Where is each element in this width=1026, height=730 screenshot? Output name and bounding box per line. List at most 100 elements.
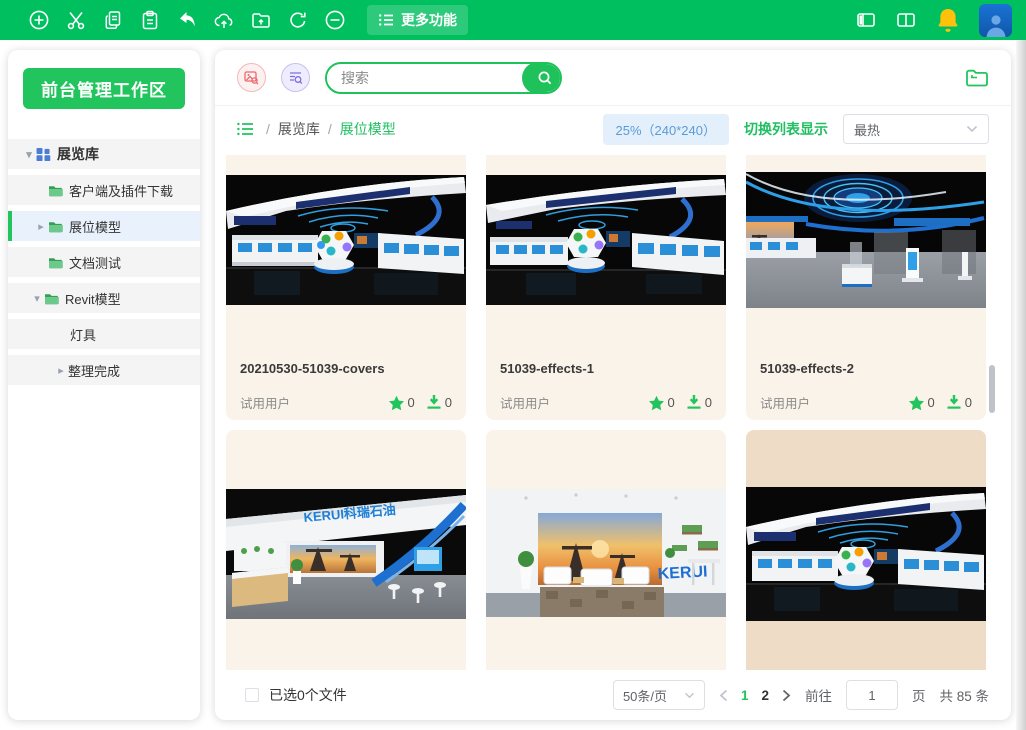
toggle-list-view-link[interactable]: 切换列表显示 [744, 119, 828, 139]
sidebar-item-label: 展位模型 [69, 217, 121, 236]
remove-circle-icon[interactable] [324, 9, 346, 31]
search-bar [325, 62, 562, 94]
file-card[interactable]: 51039-effects-1 试用用户 0 0 [486, 155, 726, 420]
star-icon[interactable] [388, 395, 405, 411]
thumbnail-image-booth-dark-2 [486, 175, 726, 305]
breadcrumb-current[interactable]: 展位模型 [340, 119, 396, 139]
sidebar-item-label: 文档测试 [69, 253, 121, 272]
undo-icon[interactable] [176, 9, 198, 31]
file-title: 20210530-51039-covers [240, 361, 452, 376]
search-input[interactable] [327, 70, 522, 86]
prev-page-button[interactable] [719, 689, 728, 702]
select-all-checkbox[interactable] [245, 688, 259, 702]
download-count: 0 [705, 395, 712, 410]
search-button[interactable] [522, 62, 562, 94]
advanced-search-button[interactable] [281, 63, 310, 92]
image-search-icon [244, 70, 259, 85]
svg-text:KERUI: KERUI [657, 563, 708, 583]
file-card[interactable] [746, 430, 986, 670]
file-card[interactable]: 51039-effects-2 试用用户 0 0 [746, 155, 986, 420]
image-search-button[interactable] [237, 63, 266, 92]
goto-page-input[interactable] [846, 680, 898, 710]
star-icon[interactable] [648, 395, 665, 411]
file-owner: 试用用户 [760, 393, 810, 412]
caret-right-icon[interactable]: ▸ [34, 220, 48, 233]
sidebar-item-client-plugin-download[interactable]: 客户端及插件下载 [8, 175, 200, 205]
add-circle-icon[interactable] [28, 9, 50, 31]
download-icon[interactable] [686, 395, 702, 410]
thumbnail-image-kerui-hall: KERUI科瑞石油 [226, 489, 466, 619]
paste-icon[interactable] [139, 9, 161, 31]
star-count: 0 [668, 395, 675, 410]
page-number-1[interactable]: 1 [741, 688, 749, 703]
sidebar-item-label: 客户端及插件下载 [69, 181, 173, 200]
breadcrumb-separator: / [328, 121, 332, 137]
more-functions-button[interactable]: 更多功能 [367, 5, 468, 35]
download-icon[interactable] [426, 395, 442, 410]
folder-upload-icon[interactable] [250, 9, 272, 31]
breadcrumb-separator: / [266, 121, 270, 137]
sidebar-item-revit-models[interactable]: ▾ Revit模型 [8, 283, 200, 313]
download-count: 0 [965, 395, 972, 410]
thumbnail-image-kerui-lounge: KERUI [486, 489, 726, 617]
menu-list-icon[interactable] [237, 122, 254, 136]
file-owner: 试用用户 [500, 393, 550, 412]
chevron-down-icon [684, 692, 695, 699]
thumbnail-image-booth-dark-3 [746, 487, 986, 621]
sidebar-item-booth-models[interactable]: ▸ 展位模型 [8, 211, 200, 241]
sidebar-item-label: 整理完成 [68, 361, 120, 380]
page-size-value: 50条/页 [623, 686, 667, 705]
thumbnail: KERUI科瑞石油 [226, 430, 466, 670]
star-icon[interactable] [908, 395, 925, 411]
page-size-dropdown[interactable]: 50条/页 [613, 680, 705, 710]
file-title: 51039-effects-1 [500, 361, 712, 376]
sidebar-item-label: 灯具 [70, 325, 96, 344]
workspace-button-label: 前台管理工作区 [41, 76, 167, 101]
search-header [215, 50, 1011, 106]
caret-right-icon[interactable]: ▸ [54, 364, 68, 377]
thumbnail [486, 155, 726, 345]
sidebar-item-label: 展览库 [57, 144, 99, 164]
caret-down-icon[interactable]: ▾ [22, 148, 36, 161]
next-page-button[interactable] [782, 689, 791, 702]
page-number-2[interactable]: 2 [761, 688, 769, 703]
window-scrollbar[interactable] [1016, 40, 1026, 730]
sidebar-item-lighting[interactable]: 灯具 [8, 319, 200, 349]
grid-scrollbar-thumb[interactable] [989, 365, 995, 413]
file-card[interactable]: KERUI [486, 430, 726, 670]
caret-down-icon[interactable]: ▾ [30, 292, 44, 305]
folder-icon [48, 184, 63, 197]
thumbnail-image-booth-dark [226, 175, 466, 305]
panel-left-icon[interactable] [855, 9, 877, 31]
sidebar-item-label: Revit模型 [65, 289, 121, 308]
selected-count-label: 已选0个文件 [269, 685, 347, 705]
pagination-bar: 已选0个文件 50条/页 1 2 前往 页 共 85 条 [215, 670, 1011, 720]
sidebar-item-exhibition-library[interactable]: ▾ 展览库 [8, 139, 200, 169]
redo-icon[interactable] [287, 9, 309, 31]
file-card[interactable]: KERUI科瑞石油 [226, 430, 466, 670]
sidebar-item-organized[interactable]: ▸ 整理完成 [8, 355, 200, 385]
sort-dropdown[interactable]: 最热 [843, 114, 989, 144]
cut-icon[interactable] [65, 9, 87, 31]
panel-split-icon[interactable] [895, 9, 917, 31]
apps-grid-icon [36, 148, 51, 161]
file-card[interactable]: 20210530-51039-covers 试用用户 0 0 [226, 155, 466, 420]
list-icon [378, 12, 394, 28]
folder-tree: ▾ 展览库 客户端及插件下载 ▸ 展位模型 文档测试 ▾ Revit模型 灯具 … [8, 139, 200, 385]
folder-icon [48, 256, 63, 269]
breadcrumb-root[interactable]: 展览库 [278, 119, 320, 139]
search-icon [537, 70, 553, 86]
sidebar-item-document-test[interactable]: 文档测试 [8, 247, 200, 277]
thumbnail-image-booth-interior [746, 172, 986, 308]
thumbnail [746, 155, 986, 345]
avatar[interactable] [979, 4, 1012, 37]
copy-icon[interactable] [102, 9, 124, 31]
zoom-level-badge[interactable]: 25%（240*240） [603, 114, 729, 145]
workspace-button[interactable]: 前台管理工作区 [23, 68, 185, 109]
cloud-upload-icon[interactable] [213, 9, 235, 31]
download-icon[interactable] [946, 395, 962, 410]
bell-icon[interactable] [935, 6, 961, 34]
file-grid-area: 20210530-51039-covers 试用用户 0 0 [215, 152, 1011, 670]
open-folder-icon[interactable] [965, 68, 989, 88]
thumbnail: KERUI [486, 430, 726, 670]
